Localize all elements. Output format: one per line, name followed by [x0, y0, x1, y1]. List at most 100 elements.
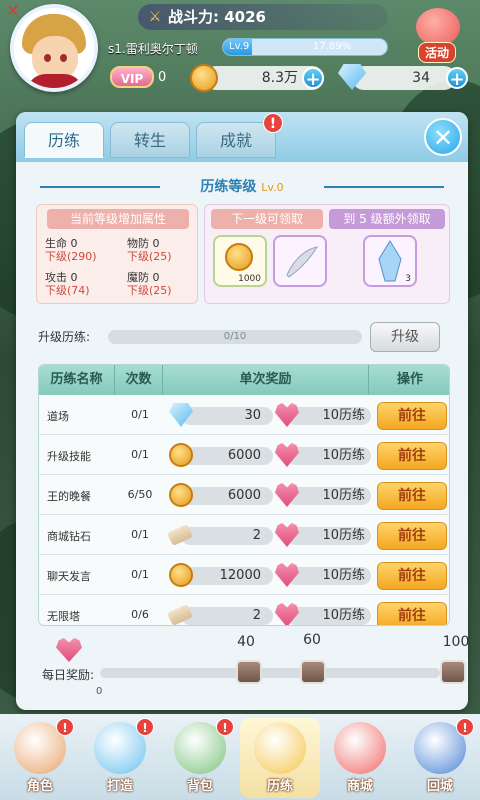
- table-header: 历练名称 次数 单次奖励 操作: [39, 365, 449, 395]
- training-level-title: 历练等级 Lv.0: [40, 176, 444, 196]
- column-header: 单次奖励: [163, 365, 369, 395]
- daily-progress-bar: [100, 668, 440, 678]
- feather-icon: [286, 246, 319, 278]
- task-name: 商城钻石: [47, 530, 91, 543]
- gold-currency: 8.3万 +: [190, 62, 330, 92]
- add-gold-button[interactable]: +: [302, 67, 324, 90]
- chest-icon[interactable]: [300, 660, 326, 684]
- go-button[interactable]: 前往: [377, 482, 447, 510]
- task-count: 0/6: [131, 608, 149, 621]
- nav-forge[interactable]: ! 打造: [80, 718, 160, 798]
- task-name: 升级技能: [47, 450, 91, 463]
- level-rewards-box: 下一级可领取 到 5 级额外领取 1000 3: [204, 204, 450, 304]
- nav-return-city[interactable]: ! 回城: [400, 718, 480, 798]
- reward-points: 10历练: [275, 563, 371, 587]
- tab-training[interactable]: 历练: [24, 122, 104, 158]
- table-row: 升级技能 0/1 6000 10历练 前往: [39, 435, 449, 475]
- combat-power-label: 战斗力:: [168, 8, 219, 26]
- daily-reward-label: 每日奖励:: [42, 668, 95, 682]
- tab-label: 成就: [219, 131, 252, 150]
- chest-icon[interactable]: [236, 660, 262, 684]
- combat-power-value: 4026: [224, 8, 266, 26]
- reward-amount: 2: [167, 603, 273, 625]
- reward-amount: 6000: [169, 483, 273, 507]
- reward-item[interactable]: 3: [363, 235, 417, 287]
- training-level-value: Lv.0: [261, 181, 284, 194]
- gold-coin-icon: [169, 443, 193, 467]
- attribute-attack: 攻击 0 下级(74): [45, 271, 90, 297]
- attribute-phys-def: 物防 0 下级(25): [127, 237, 172, 263]
- upgrade-button[interactable]: 升级: [370, 322, 440, 352]
- attributes-header: 当前等级增加属性: [47, 209, 189, 229]
- nav-label: 角色: [26, 779, 53, 794]
- reward-amount: 2: [167, 523, 273, 547]
- training-icon: [254, 722, 306, 774]
- tab-achievement[interactable]: 成就 !: [196, 113, 283, 158]
- nav-bag[interactable]: ! 背包: [160, 718, 240, 798]
- go-button[interactable]: 前往: [377, 402, 447, 430]
- nav-label: 打造: [106, 779, 133, 794]
- level-progress-percent: 17.89%: [313, 41, 352, 52]
- task-count: 0/1: [131, 448, 149, 461]
- go-button[interactable]: 前往: [377, 442, 447, 470]
- activity-button[interactable]: 活动: [400, 2, 476, 66]
- table-row: 无限塔 0/6 2 10历练 前往: [39, 595, 449, 625]
- task-count: 0/1: [131, 568, 149, 581]
- upgrade-training-row: 升级历练: 0/10 升级: [38, 322, 448, 352]
- task-count: 6/50: [127, 488, 153, 501]
- column-header: 操作: [396, 372, 423, 387]
- tab-rebirth[interactable]: 转生: [110, 122, 190, 158]
- player-name: s1.雷利奥尔丁顿: [108, 42, 198, 56]
- mute-icon[interactable]: ✕: [4, 2, 22, 20]
- attribute-hp: 生命 0 下级(290): [45, 237, 97, 263]
- gold-coin-icon: [190, 64, 218, 92]
- nav-role[interactable]: ! 角色: [0, 718, 80, 798]
- crossed-swords-icon: ⚔: [148, 9, 162, 25]
- tab-label: 转生: [133, 131, 166, 150]
- reward-item[interactable]: [273, 235, 327, 287]
- reward-points: 10历练: [275, 523, 371, 547]
- notification-badge: !: [136, 718, 154, 736]
- task-name: 道场: [47, 410, 69, 423]
- go-button[interactable]: 前往: [377, 562, 447, 590]
- nav-training[interactable]: 历练: [240, 718, 320, 798]
- extra-rewards-header: 到 5 级额外领取: [329, 209, 445, 229]
- reward-points: 10历练: [275, 443, 371, 467]
- task-count: 0/1: [131, 528, 149, 541]
- reward-item[interactable]: 1000: [213, 235, 267, 287]
- player-avatar[interactable]: [10, 4, 98, 92]
- reward-points: 10历练: [275, 403, 371, 427]
- nav-shop[interactable]: 商城: [320, 718, 400, 798]
- upgrade-label: 升级历练:: [38, 330, 91, 344]
- nav-label: 商城: [346, 779, 373, 794]
- activity-mascot-icon: [416, 8, 460, 46]
- milestone-label: 100: [442, 634, 470, 650]
- vip-indicator[interactable]: VIP 0: [108, 64, 168, 92]
- go-button[interactable]: 前往: [377, 602, 447, 625]
- table-row: 聊天发言 0/1 12000 10历练 前往: [39, 555, 449, 595]
- milestone-label: 60: [303, 632, 321, 648]
- gold-coin-icon: [169, 563, 193, 587]
- vip-badge: VIP: [110, 66, 154, 88]
- reward-amount: 30: [169, 403, 273, 427]
- reward-amount: 12000: [169, 563, 273, 587]
- chest-icon[interactable]: [440, 660, 466, 684]
- go-button[interactable]: 前往: [377, 522, 447, 550]
- level-label: Lv.9: [229, 41, 250, 52]
- nav-label: 回城: [426, 779, 453, 794]
- gold-coin-icon: [225, 243, 253, 271]
- close-panel-button[interactable]: ✕: [424, 118, 462, 156]
- notification-badge: !: [56, 718, 74, 736]
- current-attributes-box: 当前等级增加属性 生命 0 下级(290) 物防 0 下级(25) 攻击 0 下…: [36, 204, 198, 304]
- notification-badge: !: [456, 718, 474, 736]
- task-name: 王的晚餐: [47, 490, 91, 503]
- vip-level: 0: [158, 70, 167, 85]
- column-header: 历练名称: [39, 365, 115, 395]
- table-body[interactable]: 道场 0/1 30 10历练 前往 升级技能 0/1 6000 10历练 前往 王的晚餐 6/50 60…: [39, 395, 449, 625]
- reward-amount: 6000: [169, 443, 273, 467]
- heart-icon: [56, 638, 82, 662]
- section-title-text: 历练等级: [200, 179, 257, 195]
- add-diamond-button[interactable]: +: [446, 67, 468, 90]
- table-row: 道场 0/1 30 10历练 前往: [39, 395, 449, 435]
- activity-label: 活动: [418, 42, 457, 63]
